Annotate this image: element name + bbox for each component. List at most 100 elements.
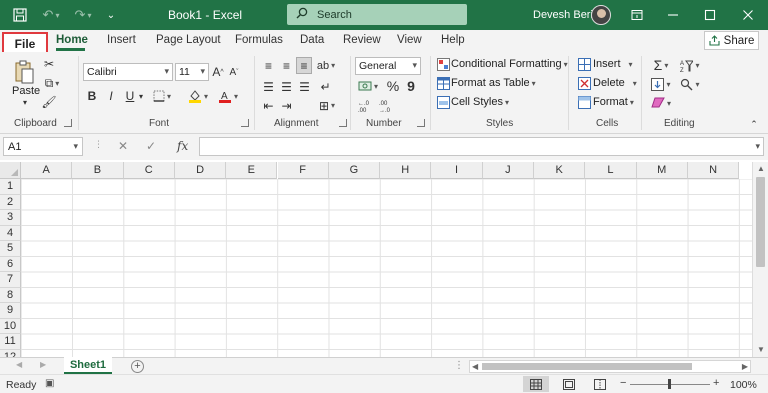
restore-icon[interactable]	[692, 0, 728, 30]
row-header-9[interactable]: 9	[0, 303, 21, 319]
tab-help[interactable]: Help	[441, 34, 465, 46]
tab-insert[interactable]: Insert	[107, 34, 136, 46]
zoom-slider-thumb[interactable]	[668, 379, 671, 389]
merge-center-icon[interactable]: ⊞ ▾	[316, 98, 338, 113]
insert-cells-icon[interactable]	[577, 57, 591, 71]
column-header-e[interactable]: E	[226, 162, 278, 179]
scroll-down-icon[interactable]: ▼	[757, 345, 765, 354]
row-header-10[interactable]: 10	[0, 318, 21, 334]
increase-indent-icon[interactable]: ⇥	[279, 98, 294, 113]
alignment-launcher-icon[interactable]	[339, 119, 347, 127]
sort-filter-icon[interactable]: A Z ▾	[679, 57, 701, 73]
increase-font-icon[interactable]: A ^	[211, 63, 225, 81]
increase-decimal-icon[interactable]: ←.0.00	[357, 98, 375, 114]
user-name[interactable]: Devesh Beri	[533, 9, 593, 21]
avatar[interactable]	[591, 5, 611, 25]
align-right-icon[interactable]: ☰	[297, 79, 312, 94]
column-header-l[interactable]: L	[585, 162, 637, 179]
scroll-left-icon[interactable]: ◀	[472, 362, 478, 371]
save-icon[interactable]	[8, 0, 32, 30]
paste-icon[interactable]	[12, 58, 36, 86]
scroll-right-icon[interactable]: ▶	[742, 362, 748, 371]
worksheet-grid[interactable]: ABCDEFGHIJKLMN 1 2 3 4 5 6 7 8 9 10 11 12	[0, 162, 752, 357]
share-button[interactable]: Share	[704, 31, 759, 50]
redo-icon[interactable]: ↷ ▾	[70, 0, 96, 30]
row-header-8[interactable]: 8	[0, 287, 21, 303]
zoom-in-icon[interactable]: +	[713, 377, 719, 389]
search-box[interactable]: Search	[287, 4, 467, 25]
column-header-j[interactable]: J	[482, 162, 534, 179]
next-sheet-icon[interactable]: ▶	[40, 360, 46, 369]
collapse-ribbon-icon[interactable]: ⌃	[748, 118, 760, 130]
column-header-f[interactable]: F	[277, 162, 329, 179]
prev-sheet-icon[interactable]: ◀	[16, 360, 22, 369]
select-all-corner[interactable]	[0, 162, 21, 179]
vertical-scroll-thumb[interactable]	[756, 177, 765, 267]
font-size-select[interactable]: 11 ▾	[175, 63, 209, 81]
row-header-12[interactable]: 12	[0, 349, 21, 357]
find-select-icon[interactable]: ▾	[679, 76, 701, 92]
font-launcher-icon[interactable]	[241, 119, 249, 127]
column-header-g[interactable]: G	[328, 162, 381, 179]
number-format-select[interactable]: General ▾	[355, 57, 421, 75]
insert-button[interactable]: Insert ▾	[593, 58, 633, 70]
cell-area[interactable]	[21, 179, 752, 357]
sheet-bar-splitter[interactable]: ⋮	[454, 360, 464, 371]
tab-page-layout[interactable]: Page Layout	[156, 34, 221, 46]
format-as-table-icon[interactable]	[436, 76, 450, 90]
formula-input[interactable]: ▾	[199, 137, 764, 156]
percent-button[interactable]: %	[386, 78, 400, 94]
font-color-icon[interactable]: A ▾	[217, 88, 239, 104]
format-cells-icon[interactable]	[577, 95, 591, 109]
close-icon[interactable]	[730, 0, 766, 30]
row-header-5[interactable]: 5	[0, 241, 21, 257]
underline-button[interactable]: U	[124, 88, 136, 104]
vertical-scrollbar[interactable]: ▲ ▼	[752, 162, 768, 357]
delete-button[interactable]: Delete ▾	[593, 77, 637, 89]
orientation-icon[interactable]: ab ▾	[316, 58, 336, 73]
column-header-k[interactable]: K	[534, 162, 586, 179]
delete-cells-icon[interactable]	[577, 76, 591, 90]
bold-button[interactable]: B	[86, 88, 98, 104]
sheet-tab[interactable]: Sheet1	[64, 357, 112, 374]
zoom-level[interactable]: 100%	[730, 379, 757, 391]
scroll-up-icon[interactable]: ▲	[757, 164, 765, 173]
clipboard-launcher-icon[interactable]	[64, 119, 72, 127]
name-box[interactable]: A1 ▾	[3, 137, 83, 156]
cell-styles-icon[interactable]	[436, 95, 450, 109]
insert-function-button[interactable]: fx	[177, 139, 188, 153]
undo-icon[interactable]: ↶ ▾	[38, 0, 64, 30]
align-top-icon[interactable]: ≡	[261, 58, 276, 73]
fill-color-icon[interactable]: ▾	[187, 88, 209, 104]
align-left-icon[interactable]: ☰	[261, 79, 276, 94]
tab-review[interactable]: Review	[343, 34, 381, 46]
row-header-4[interactable]: 4	[0, 225, 21, 241]
column-header-b[interactable]: B	[72, 162, 124, 179]
row-header-1[interactable]: 1	[0, 179, 21, 195]
column-header-i[interactable]: I	[431, 162, 483, 179]
comma-button[interactable]: 9	[404, 78, 418, 94]
expand-formula-icon[interactable]: ▾	[755, 141, 760, 152]
decrease-font-icon[interactable]: Aˇ	[227, 63, 241, 81]
wrap-text-icon[interactable]: ↵	[318, 79, 333, 94]
column-header-m[interactable]: M	[636, 162, 688, 179]
format-button[interactable]: Format ▾	[593, 96, 634, 108]
page-layout-view-button[interactable]	[556, 376, 582, 392]
accounting-format-icon[interactable]: ▾	[357, 78, 379, 94]
cell-styles-button[interactable]: Cell Styles ▾	[451, 96, 509, 108]
page-break-view-button[interactable]	[587, 376, 613, 392]
column-header-d[interactable]: D	[174, 162, 227, 179]
cut-icon[interactable]: ✂	[42, 57, 56, 71]
fill-icon[interactable]: ▾	[650, 76, 672, 92]
decrease-decimal-icon[interactable]: .00 →.0	[378, 98, 396, 114]
align-bottom-icon[interactable]: ≡	[296, 57, 312, 74]
format-painter-icon[interactable]: 🖌	[41, 95, 56, 109]
font-name-select[interactable]: Calibri ▾	[83, 63, 173, 81]
paste-label[interactable]: Paste	[12, 85, 40, 97]
row-header-6[interactable]: 6	[0, 256, 21, 272]
clear-icon[interactable]: ▾	[650, 95, 672, 111]
number-launcher-icon[interactable]	[417, 119, 425, 127]
decrease-indent-icon[interactable]: ⇤	[261, 98, 276, 113]
paste-dropdown-icon[interactable]: ▾	[19, 98, 31, 107]
horizontal-scrollbar[interactable]: ◀ ▶	[469, 360, 751, 373]
